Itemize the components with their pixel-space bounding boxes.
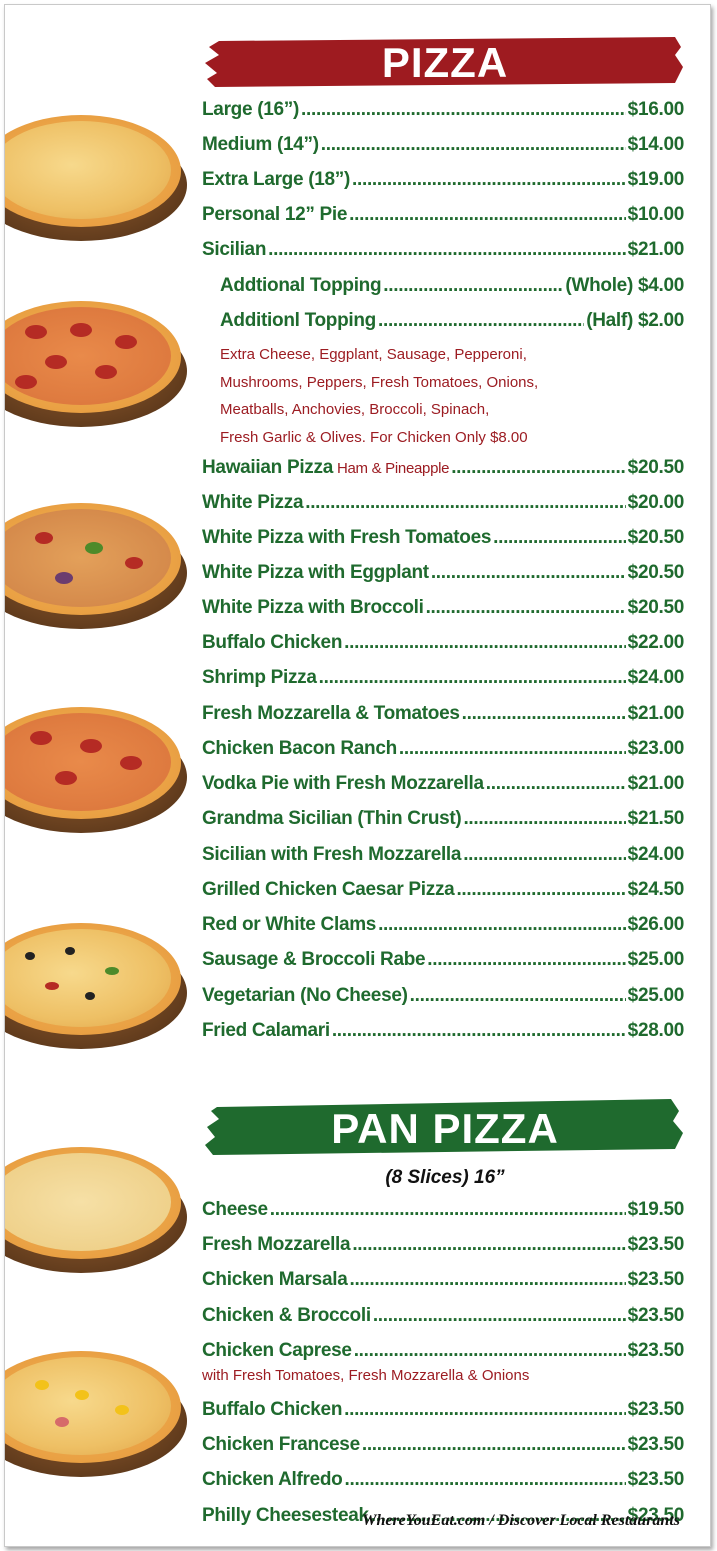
pizza-image-supreme [5,497,190,629]
pan-pizza-section-header: PAN PIZZA [205,1097,685,1155]
menu-item: Chicken Alfredo$23.50 [202,1469,684,1499]
pan-pizza-subtitle: (8 Slices) 16” [385,1167,505,1188]
menu-item: Chicken Marsala$23.50 [202,1269,684,1299]
pizza-image-cheese [5,109,190,241]
menu-item: White Pizza with Eggplant$20.50 [202,562,684,592]
menu-item: Sicilian with Fresh Mozzarella$24.00 [202,844,684,874]
menu-item: Fried Calamari$28.00 [202,1020,684,1050]
pizza-image-hawaiian [5,1345,190,1477]
menu-item: Chicken Bacon Ranch$23.00 [202,738,684,768]
menu-item: Sicilian$21.00 [202,239,684,269]
pizza-image-pan-cheese [5,1141,190,1273]
menu-item: Vegetarian (No Cheese)$25.00 [202,985,684,1015]
menu-item: Buffalo Chicken$22.00 [202,632,684,662]
pizza-image-pepperoni-sausage [5,701,190,833]
menu-item: Grandma Sicilian (Thin Crust)$21.50 [202,808,684,838]
pizza-image-pepperoni [5,295,190,427]
menu-page: PIZZA Large (16”)$16.00 Medium (14”)$14.… [4,4,711,1547]
menu-item: Medium (14”)$14.00 [202,134,684,164]
menu-item: Grilled Chicken Caesar Pizza$24.50 [202,879,684,909]
menu-item: Chicken Francese$23.50 [202,1434,684,1464]
menu-item: Sausage & Broccoli Rabe$25.00 [202,949,684,979]
caprese-description: with Fresh Tomatoes, Fresh Mozzarella & … [202,1367,530,1384]
menu-item: Chicken Caprese$23.50 [202,1340,684,1370]
menu-item: Fresh Mozzarella$23.50 [202,1234,684,1264]
menu-item: White Pizza$20.00 [202,492,684,522]
pizza-image-veggie [5,917,190,1049]
menu-item: Personal 12” Pie$10.00 [202,204,684,234]
menu-item: Extra Large (18”)$19.00 [202,169,684,199]
menu-item: White Pizza with Fresh Tomatoes$20.50 [202,527,684,557]
pan-pizza-section-title: PAN PIZZA [331,1105,559,1152]
menu-item: Red or White Clams$26.00 [202,914,684,944]
menu-item: Cheese$19.50 [202,1199,684,1229]
menu-item: White Pizza with Broccoli$20.50 [202,597,684,627]
menu-item: Chicken & Broccoli$23.50 [202,1305,684,1335]
watermark: WhereYouEat.com / Discover Local Restaur… [362,1512,680,1529]
topping-item: Addtional Topping(Whole) $4.00 [220,275,684,305]
menu-item: Vodka Pie with Fresh Mozzarella$21.00 [202,773,684,803]
pizza-section-header: PIZZA [205,33,685,91]
menu-item: Hawaiian PizzaHam & Pineapple$20.50 [202,457,684,487]
pizza-section-title: PIZZA [381,39,509,86]
menu-item: Shrimp Pizza$24.00 [202,667,684,697]
menu-item: Large (16”)$16.00 [202,99,684,129]
menu-item: Fresh Mozzarella & Tomatoes$21.00 [202,703,684,733]
topping-item: Additionl Topping(Half) $2.00 [220,310,684,340]
menu-item: Buffalo Chicken$23.50 [202,1399,684,1429]
topping-description: Extra Cheese, Eggplant, Sausage, Peppero… [220,346,539,446]
